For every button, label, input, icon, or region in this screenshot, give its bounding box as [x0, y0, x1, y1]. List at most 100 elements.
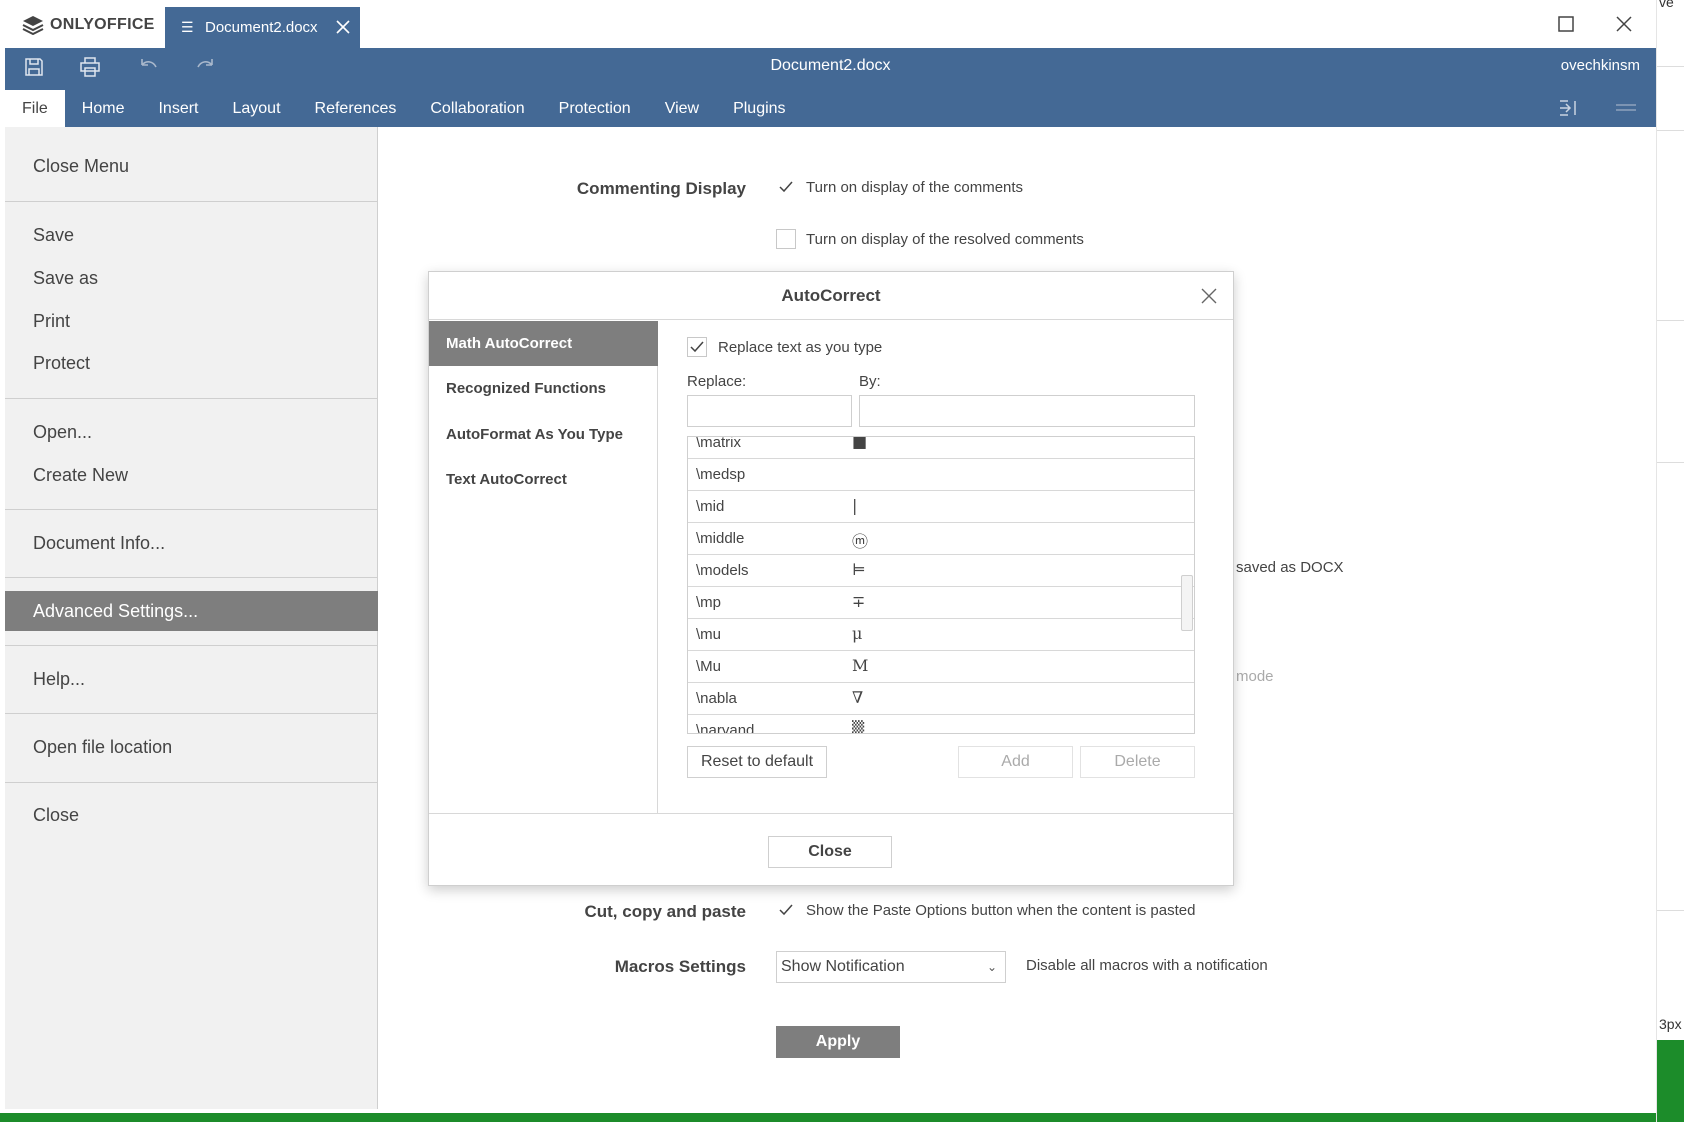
- chevron-down-icon: ⌄: [986, 960, 997, 974]
- checkmark-icon: [779, 181, 793, 193]
- replace-as-you-type-checkbox[interactable]: [687, 337, 707, 357]
- menu-divider: [5, 577, 378, 578]
- macros-select-value: Show Notification: [781, 958, 905, 975]
- by-input[interactable]: [859, 395, 1195, 427]
- more-menu-icon[interactable]: [1614, 96, 1638, 120]
- editor-header: Document2.docx ovechkinsm File Home Inse…: [5, 48, 1656, 127]
- tab-protection[interactable]: Protection: [542, 90, 648, 127]
- help-item[interactable]: Help...: [5, 659, 378, 699]
- menu-tabs: File Home Insert Layout References Colla…: [5, 90, 803, 127]
- background-line: [1657, 462, 1684, 463]
- replace-as-you-type-label: Replace text as you type: [718, 339, 883, 356]
- side-autoformat[interactable]: AutoFormat As You Type: [429, 412, 658, 457]
- background-line: [1657, 910, 1684, 911]
- close-item[interactable]: Close: [5, 795, 378, 835]
- print-item[interactable]: Print: [5, 301, 378, 341]
- document-tab-title: Document2.docx: [205, 19, 318, 36]
- table-row[interactable]: \mu μ: [688, 619, 1194, 651]
- side-recognized-functions[interactable]: Recognized Functions: [429, 366, 658, 411]
- menu-divider: [5, 713, 378, 714]
- advanced-settings-item[interactable]: Advanced Settings...: [5, 591, 378, 631]
- close-icon[interactable]: [1199, 286, 1219, 306]
- menu-divider: [5, 645, 378, 646]
- replace-label: Replace:: [687, 373, 747, 390]
- cut-copy-paste-label: Cut, copy and paste: [584, 902, 746, 921]
- open-item[interactable]: Open...: [5, 412, 378, 452]
- collapse-toolbar-icon[interactable]: [1556, 96, 1580, 120]
- save-item[interactable]: Save: [5, 215, 378, 255]
- paste-options-checkbox[interactable]: [776, 900, 796, 920]
- replacement-table[interactable]: \matrix ■ \medsp \mid | \middle ⓜ \models ⊨ …: [687, 436, 1195, 734]
- file-menu-panel: Close Menu Save Save as Print Protect Op…: [5, 127, 378, 1112]
- background-green-block: [1657, 1040, 1684, 1122]
- checkmark-icon: [690, 341, 704, 353]
- menu-divider: [5, 398, 378, 399]
- document-title: Document2.docx: [770, 57, 891, 74]
- window-bottom-border: [0, 1113, 1656, 1122]
- table-row[interactable]: \matrix ■: [688, 437, 1194, 459]
- table-row[interactable]: \middle ⓜ: [688, 523, 1194, 555]
- tab-references[interactable]: References: [298, 90, 414, 127]
- table-row[interactable]: \Mu M: [688, 651, 1194, 683]
- table-row[interactable]: \mid |: [688, 491, 1194, 523]
- onlyoffice-logo-icon: [22, 16, 44, 35]
- resolved-comments-checkbox[interactable]: [776, 229, 796, 249]
- apply-button[interactable]: Apply: [776, 1026, 900, 1058]
- app-name: ONLYOFFICE: [50, 16, 155, 33]
- comments-option-label: Turn on display of the comments: [806, 179, 1024, 196]
- editor-window: ONLYOFFICE ☰ Document2.docx Document2.do…: [0, 0, 1656, 1122]
- side-math-autocorrect[interactable]: Math AutoCorrect: [429, 321, 658, 366]
- docx-compat-text: saved as DOCX: [1236, 559, 1344, 576]
- dialog-title: AutoCorrect: [429, 272, 1233, 320]
- maximize-icon[interactable]: [1556, 14, 1576, 34]
- save-as-item[interactable]: Save as: [5, 258, 378, 298]
- create-new-item[interactable]: Create New: [5, 455, 378, 495]
- open-file-location-item[interactable]: Open file location: [5, 727, 378, 767]
- delete-button[interactable]: Delete: [1080, 746, 1195, 778]
- close-menu-item[interactable]: Close Menu: [5, 146, 378, 186]
- tab-home[interactable]: Home: [65, 90, 142, 127]
- document-tab[interactable]: ☰ Document2.docx: [165, 7, 360, 48]
- commenting-display-label: Commenting Display: [576, 179, 746, 198]
- tab-file[interactable]: File: [5, 90, 65, 127]
- menu-divider: [5, 201, 378, 202]
- side-text-autocorrect[interactable]: Text AutoCorrect: [429, 457, 658, 502]
- background-line: [1657, 130, 1684, 131]
- macros-select[interactable]: Show Notification ⌄: [776, 951, 1006, 983]
- comments-checkbox[interactable]: [776, 177, 796, 197]
- math-autocorrect-panel: Replace text as you type Replace: By: \m…: [658, 321, 1233, 813]
- autocorrect-dialog: AutoCorrect Math AutoCorrect Recognized …: [428, 271, 1234, 886]
- close-tab-icon[interactable]: [334, 18, 352, 36]
- checkmark-icon: [779, 904, 793, 916]
- tab-view[interactable]: View: [648, 90, 716, 127]
- dialog-close-button[interactable]: Close: [768, 836, 892, 868]
- table-row[interactable]: \naryand ▒: [688, 715, 1194, 733]
- mode-text: mode: [1236, 668, 1274, 685]
- tab-insert[interactable]: Insert: [141, 90, 215, 127]
- replace-input[interactable]: [687, 395, 852, 427]
- table-scrollbar[interactable]: [1181, 575, 1193, 631]
- document-info-item[interactable]: Document Info...: [5, 523, 378, 563]
- background-text-fragment: 3px: [1659, 1016, 1682, 1032]
- title-bar: ONLYOFFICE ☰ Document2.docx: [0, 0, 1656, 48]
- table-row[interactable]: \nabla ∇: [688, 683, 1194, 715]
- menu-divider: [5, 782, 378, 783]
- dialog-sidebar: Math AutoCorrect Recognized Functions Au…: [429, 321, 658, 813]
- user-name: ovechkinsm: [1560, 57, 1640, 74]
- table-row[interactable]: \medsp: [688, 459, 1194, 491]
- tab-collaboration[interactable]: Collaboration: [413, 90, 541, 127]
- tab-layout[interactable]: Layout: [215, 90, 297, 127]
- table-row[interactable]: \models ⊨: [688, 555, 1194, 587]
- paste-options-label: Show the Paste Options button when the c…: [806, 902, 1196, 919]
- background-text-fragment: ve: [1659, 0, 1674, 10]
- reset-to-default-button[interactable]: Reset to default: [687, 746, 827, 778]
- resolved-comments-label: Turn on display of the resolved comments: [806, 231, 1084, 248]
- window-close-icon[interactable]: [1614, 14, 1634, 34]
- tab-plugins[interactable]: Plugins: [716, 90, 802, 127]
- menu-divider: [5, 509, 378, 510]
- protect-item[interactable]: Protect: [5, 343, 378, 383]
- dialog-footer: Close: [429, 813, 1233, 885]
- hamburger-icon: ☰: [181, 19, 194, 35]
- add-button[interactable]: Add: [958, 746, 1073, 778]
- table-row[interactable]: \mp ∓: [688, 587, 1194, 619]
